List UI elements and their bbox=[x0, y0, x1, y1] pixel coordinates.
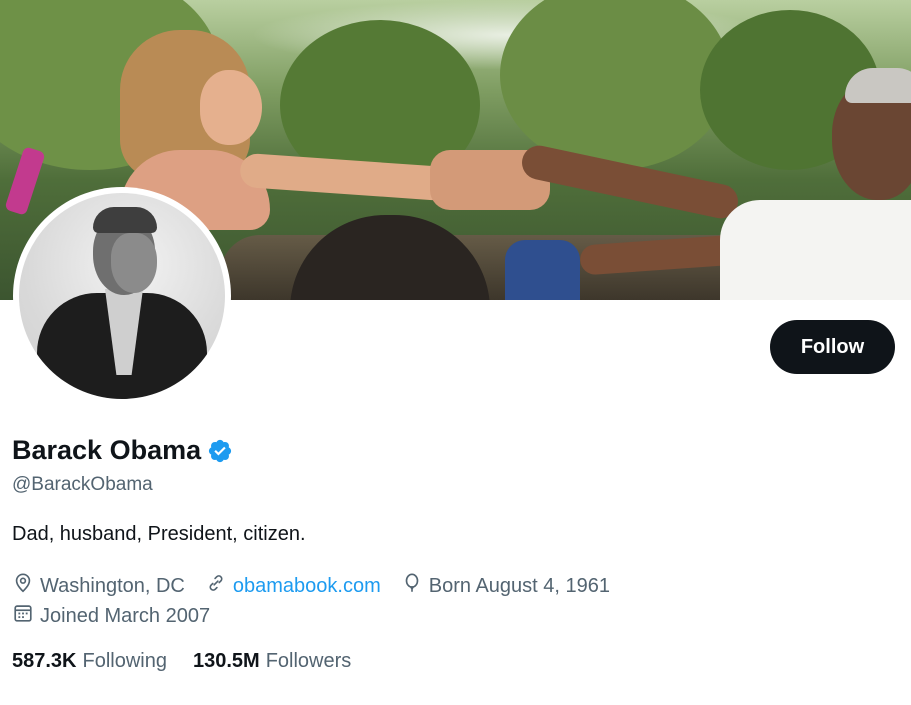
birthday-item: Born August 4, 1961 bbox=[401, 572, 610, 600]
followers-count: 130.5M bbox=[192, 650, 260, 672]
profile-bio: Dad, husband, President, citizen. bbox=[12, 523, 306, 545]
banner-girl-face bbox=[200, 70, 262, 145]
banner-phone bbox=[4, 146, 46, 216]
banner-person-hair bbox=[290, 215, 490, 300]
banner-foliage bbox=[500, 0, 730, 170]
birthday-text: Born August 4, 1961 bbox=[428, 574, 610, 597]
banner-man-hair bbox=[845, 68, 911, 103]
verified-badge-icon[interactable] bbox=[207, 438, 233, 464]
balloon-icon bbox=[401, 572, 423, 600]
followers-stat[interactable]: 130.5M Followers bbox=[193, 650, 351, 673]
following-count: 587.3K bbox=[12, 650, 77, 672]
avatar-hair bbox=[93, 207, 157, 233]
avatar[interactable] bbox=[13, 187, 231, 405]
banner-man-shirt bbox=[720, 200, 911, 300]
profile-name-row: Barack Obama bbox=[12, 435, 233, 466]
location-text: Washington, DC bbox=[40, 574, 185, 597]
joined-item: Joined March 2007 bbox=[12, 602, 210, 630]
website-link[interactable]: obamabook.com bbox=[233, 575, 381, 598]
banner-sleeve bbox=[505, 240, 580, 300]
follow-stats: 587.3K Following 130.5M Followers bbox=[12, 650, 351, 673]
following-stat[interactable]: 587.3K Following bbox=[12, 650, 167, 673]
profile-meta-row: Washington, DC obamabook.com Born August… bbox=[12, 572, 630, 600]
user-handle: @BarackObama bbox=[12, 474, 153, 495]
follow-button[interactable]: Follow bbox=[770, 320, 895, 374]
location-pin-icon bbox=[12, 572, 34, 600]
avatar-photo bbox=[19, 193, 225, 399]
calendar-icon bbox=[12, 602, 34, 630]
website-item: obamabook.com bbox=[205, 572, 381, 600]
followers-label: Followers bbox=[265, 650, 352, 672]
display-name: Barack Obama bbox=[12, 435, 202, 465]
link-icon bbox=[205, 572, 227, 600]
following-label: Following bbox=[82, 650, 167, 672]
location-item: Washington, DC bbox=[12, 572, 185, 600]
avatar-face bbox=[111, 233, 157, 293]
profile-meta-row-joined: Joined March 2007 bbox=[12, 602, 230, 630]
joined-text: Joined March 2007 bbox=[40, 604, 211, 627]
